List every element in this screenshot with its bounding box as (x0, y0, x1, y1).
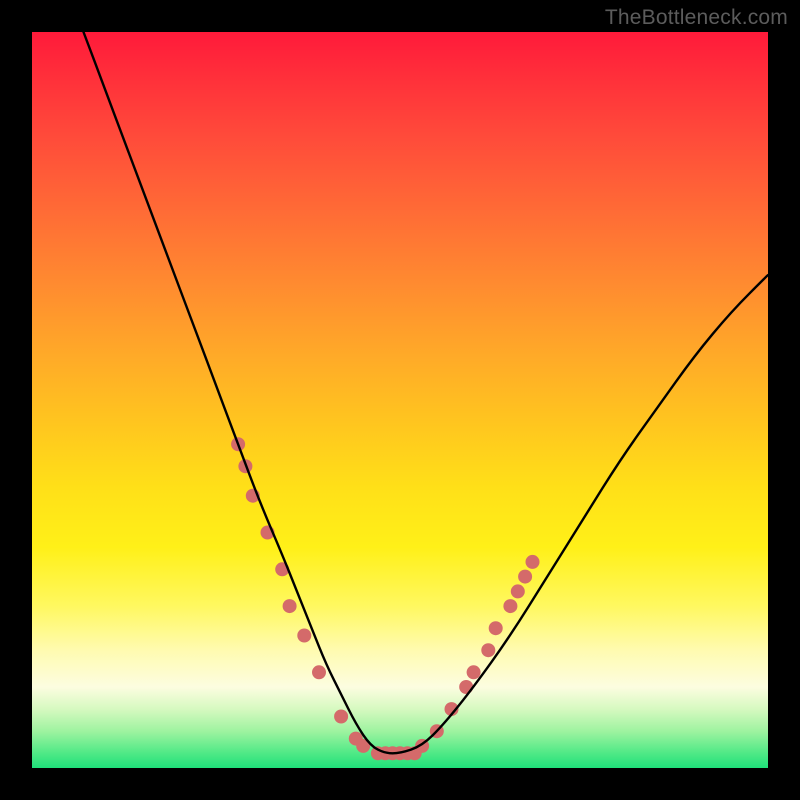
data-marker (459, 680, 473, 694)
data-marker (312, 665, 326, 679)
chart-svg (32, 32, 768, 768)
data-marker (511, 584, 525, 598)
data-marker (518, 570, 532, 584)
plot-area (32, 32, 768, 768)
data-marker (467, 665, 481, 679)
watermark-text: TheBottleneck.com (605, 6, 788, 30)
data-marker (297, 629, 311, 643)
chart-frame: TheBottleneck.com (0, 0, 800, 800)
marker-layer (231, 437, 539, 760)
data-marker (481, 643, 495, 657)
data-marker (489, 621, 503, 635)
data-marker (526, 555, 540, 569)
data-marker (283, 599, 297, 613)
data-marker (334, 710, 348, 724)
bottleneck-curve (84, 32, 769, 753)
data-marker (503, 599, 517, 613)
